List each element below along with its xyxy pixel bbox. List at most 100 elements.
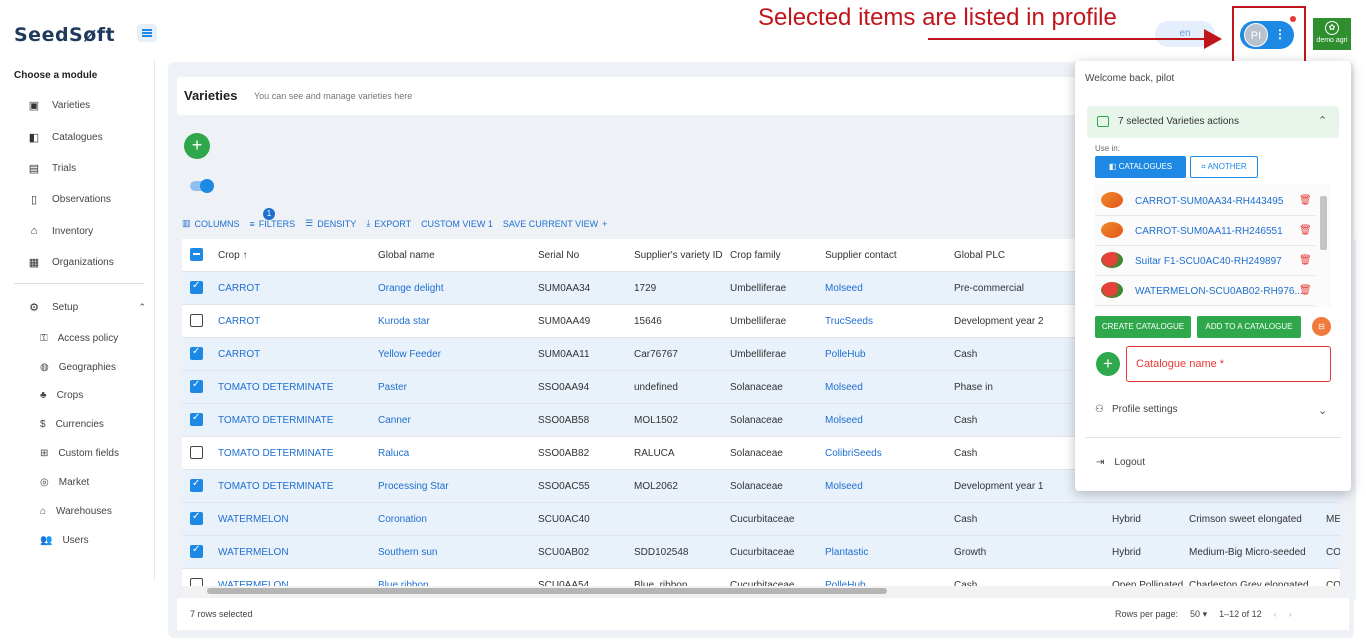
add-catalogue-button[interactable]: + [1096,352,1120,376]
sidebar-item-access-policy[interactable]: ⚿ Access policy [40,333,118,344]
logout-button[interactable]: ⇥ Logout [1096,457,1145,468]
cell-name[interactable]: Yellow Feeder [378,349,441,360]
clear-selection-icon[interactable]: ⊟ [1312,317,1331,336]
prev-page-button[interactable]: ‹ [1274,609,1277,620]
export-button[interactable]: ⤓ EXPORT [366,218,411,229]
cell-contact[interactable]: Molseed [825,481,863,492]
select-all-checkbox[interactable] [190,248,203,261]
cell-crop[interactable]: TOMATO DETERMINATE [218,382,333,393]
cell-crop[interactable]: WATERMELON [218,547,289,558]
cell-name[interactable]: Paster [378,382,407,393]
selected-item[interactable]: Suitar F1-SCU0AC40-RH249897 🗑 [1095,246,1315,276]
row-checkbox[interactable] [190,511,203,525]
view-toggle[interactable] [190,179,214,193]
cell-contact[interactable]: Molseed [825,415,863,426]
table-row[interactable]: WATERMELON Coronation SCU0AC40 Cucurbitacea… [182,503,1340,536]
create-catalogue-button[interactable]: CREATE CATALOGUE [1095,316,1191,338]
selected-item[interactable]: WATERMELON-SCU0AB02-RH976... 🗑 [1095,276,1315,306]
cell-contact[interactable]: Plantastic [825,547,868,558]
sidebar-item-crops[interactable]: ♣ Crops [40,390,83,401]
sidebar-item-organizations[interactable]: ▦ Organizations [28,256,114,269]
table-row[interactable]: WATERMELON Blue ribbon SCU0AA54 Blue_ribbon… [182,569,1340,586]
table-row[interactable]: WATERMELON Southern sun SCU0AB02 SDD102548 C… [182,536,1340,569]
columns-button[interactable]: ▥ COLUMNS [182,218,240,229]
selected-item[interactable]: CARROT-SUM0AA11-RH246551 🗑 [1095,216,1315,246]
row-checkbox[interactable] [190,478,203,492]
column-header-global-plc[interactable]: Global PLC [954,250,1005,261]
sidebar-item-catalogues[interactable]: ◧ Catalogues [28,131,103,144]
profile-settings-item[interactable]: ⚇ Profile settings [1095,404,1178,415]
cell-crop[interactable]: CARROT [218,316,260,327]
list-scrollbar[interactable] [1320,196,1327,250]
column-header-supplier-contact[interactable]: Supplier contact [825,250,897,261]
cell-name[interactable]: Raluca [378,448,409,459]
column-header-serial-no[interactable]: Serial No [538,250,579,261]
sidebar-item-inventory[interactable]: ⌂ Inventory [28,225,93,237]
sidebar-item-setup[interactable]: ⚙ Setup ⌃ [28,301,146,314]
trash-icon[interactable]: 🗑 [1299,255,1312,266]
trash-icon[interactable]: 🗑 [1299,225,1312,236]
cell-contact[interactable]: ColibriSeeds [825,448,882,459]
cell-name[interactable]: Canner [378,415,411,426]
cell-contact[interactable]: TrucSeeds [825,316,873,327]
row-checkbox[interactable] [190,314,203,327]
row-checkbox[interactable] [190,379,203,393]
custom-view-button[interactable]: CUSTOM VIEW 1 [421,219,493,229]
horizontal-scrollbar[interactable] [182,586,1340,596]
cell-contact[interactable]: PolleHub [825,349,866,360]
add-variety-button[interactable]: + [184,133,210,159]
scrollbar-thumb[interactable] [207,588,887,594]
row-checkbox[interactable] [190,446,203,459]
cell-name[interactable]: Orange delight [378,283,444,294]
cell-crop[interactable]: TOMATO DETERMINATE [218,481,333,492]
trash-icon[interactable]: 🗑 [1299,195,1312,206]
sidebar-item-trials[interactable]: ▤ Trials [28,162,76,175]
sidebar-item-currencies[interactable]: $ Currencies [40,419,104,430]
row-checkbox[interactable] [190,544,203,558]
column-header-supplier-id[interactable]: Supplier's variety ID [634,250,723,261]
catalogue-name-input[interactable]: Catalogue name * [1126,346,1331,382]
sidebar-item-warehouses[interactable]: ⌂ Warehouses [40,506,112,517]
cell-name[interactable]: Processing Star [378,481,449,492]
rows-per-page-select[interactable]: 50 ▾ [1190,609,1207,620]
cell-name[interactable]: Southern sun [378,547,438,558]
trash-icon[interactable]: 🗑 [1299,285,1312,296]
app-logo[interactable]: SeedSøft [14,24,115,46]
cell-crop[interactable]: CARROT [218,283,260,294]
filters-button[interactable]: ≡ FILTERS [250,219,296,229]
cell-family: Umbelliferae [730,349,787,360]
sidebar-item-market[interactable]: ◎ Market [40,477,89,488]
column-header-crop-family[interactable]: Crop family [730,250,781,261]
next-page-button[interactable]: › [1289,609,1292,620]
selected-item[interactable]: CARROT-SUM0AA34-RH443495 🗑 [1095,186,1315,216]
column-header-crop[interactable]: Crop ↑ [218,250,247,261]
cell-crop[interactable]: WATERMELON [218,514,289,525]
carrot-icon [1101,222,1123,238]
catalogues-button[interactable]: ◧ CATALOGUES [1095,156,1186,178]
density-button[interactable]: ☰ DENSITY [305,218,356,229]
sidebar-item-custom-fields[interactable]: ⊞ Custom fields [40,448,119,459]
row-checkbox[interactable] [190,412,203,426]
column-header-global-name[interactable]: Global name [378,250,435,261]
sidebar-item-observations[interactable]: ▯ Observations [28,193,111,206]
row-checkbox[interactable] [190,280,203,294]
cell-contact[interactable]: Molseed [825,382,863,393]
chevron-up-icon[interactable]: ⌃ [1318,114,1327,127]
sidebar-item-users[interactable]: 👥 Users [40,535,89,546]
sidebar-item-varieties[interactable]: ▣ Varieties [28,99,90,112]
another-button[interactable]: ⌗ ANOTHER [1190,156,1258,178]
cell-crop[interactable]: TOMATO DETERMINATE [218,415,333,426]
sidebar-item-geographies[interactable]: ◍ Geographies [40,362,116,373]
cell-name[interactable]: Kuroda star [378,316,430,327]
menu-toggle-button[interactable] [137,24,157,42]
add-to-catalogue-button[interactable]: ADD TO A CATALOGUE [1197,316,1301,338]
organization-badge[interactable]: ✿ demo agri [1313,18,1351,50]
chevron-down-icon[interactable]: ⌄ [1318,404,1327,417]
save-view-button[interactable]: SAVE CURRENT VIEW + [503,219,607,229]
cell-crop[interactable]: TOMATO DETERMINATE [218,448,333,459]
row-checkbox[interactable] [190,578,203,586]
row-checkbox[interactable] [190,346,203,360]
cell-contact[interactable]: Molseed [825,283,863,294]
cell-name[interactable]: Coronation [378,514,427,525]
cell-crop[interactable]: CARROT [218,349,260,360]
